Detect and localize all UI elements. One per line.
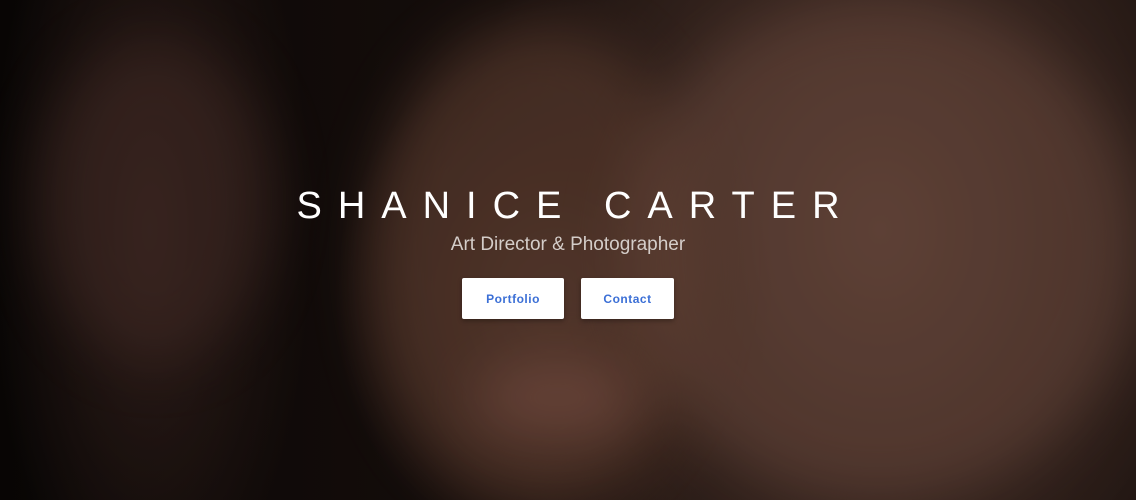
- hero-name: SHANICE CARTER: [296, 185, 856, 227]
- hero-subtitle: Art Director & Photographer: [450, 234, 686, 255]
- hero-section: SHANICE CARTER Art Director & Photograph…: [0, 0, 1136, 500]
- contact-button[interactable]: Contact: [581, 278, 674, 319]
- portfolio-button[interactable]: Portfolio: [462, 278, 564, 319]
- hero-content: SHANICE CARTER Art Director & Photograph…: [0, 0, 1136, 500]
